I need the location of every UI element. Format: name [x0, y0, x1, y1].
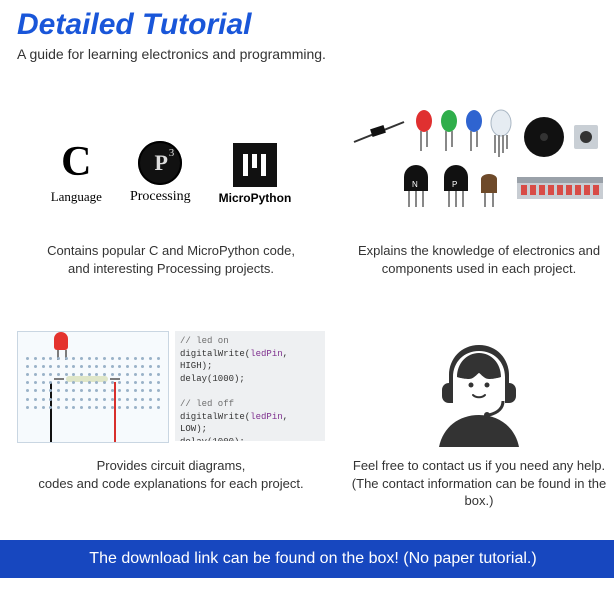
transistor-npn-icon: N	[404, 165, 428, 207]
components-illustration: N P	[349, 107, 609, 237]
led-red-icon	[416, 110, 432, 151]
processing-icon: P3	[138, 141, 182, 185]
languages-caption-line1: Contains popular C and MicroPython code,	[47, 243, 295, 258]
led-rgb-icon	[491, 110, 511, 157]
c-language-label: Language	[51, 189, 102, 205]
feature-languages: C Language P3 Processing MicroPython	[17, 102, 325, 277]
support-caption-line1: Feel free to contact us if you need any …	[353, 458, 605, 473]
page-subtitle: A guide for learning electronics and pro…	[17, 46, 597, 62]
feature-support: Feel free to contact us if you need any …	[349, 317, 609, 510]
svg-text:N: N	[412, 180, 418, 189]
led-green-icon	[441, 110, 457, 151]
feature-components: N P	[349, 102, 609, 277]
circuit-caption-line2: codes and code explanations for each pro…	[38, 476, 303, 491]
breadboard-illustration	[17, 331, 169, 443]
micropython-icon	[233, 143, 277, 187]
circuit-caption-line1: Provides circuit diagrams,	[97, 458, 246, 473]
support-caption-line2: (The contact information can be found in…	[352, 476, 606, 509]
feature-circuit: // led on digitalWrite(ledPin, HIGH); de…	[17, 317, 325, 510]
support-agent-icon	[419, 327, 539, 447]
tactile-switch-icon	[574, 125, 598, 149]
footer-band: The download link can be found on the bo…	[0, 540, 614, 578]
components-caption-line2: components used in each project.	[382, 261, 576, 276]
led-red-icon	[54, 332, 68, 350]
page-title: Detailed Tutorial	[17, 10, 597, 40]
transistor-pnp-icon: P	[444, 165, 468, 207]
components-caption-line1: Explains the knowledge of electronics an…	[358, 243, 600, 258]
micropython-label: MicroPython	[219, 191, 292, 205]
feature-grid: C Language P3 Processing MicroPython	[17, 102, 597, 510]
led-blue-icon	[466, 110, 482, 151]
processing-label: Processing	[130, 189, 191, 205]
code-sample: // led on digitalWrite(ledPin, HIGH); de…	[175, 331, 325, 441]
language-micropython: MicroPython	[219, 143, 292, 205]
capacitor-icon	[481, 174, 497, 207]
languages-caption-line2: and interesting Processing projects.	[68, 261, 274, 276]
led-bar-icon	[517, 177, 603, 199]
language-c: C Language	[51, 139, 102, 205]
c-language-icon: C	[53, 139, 99, 185]
language-processing: P3 Processing	[130, 141, 191, 205]
svg-text:P: P	[452, 180, 457, 189]
